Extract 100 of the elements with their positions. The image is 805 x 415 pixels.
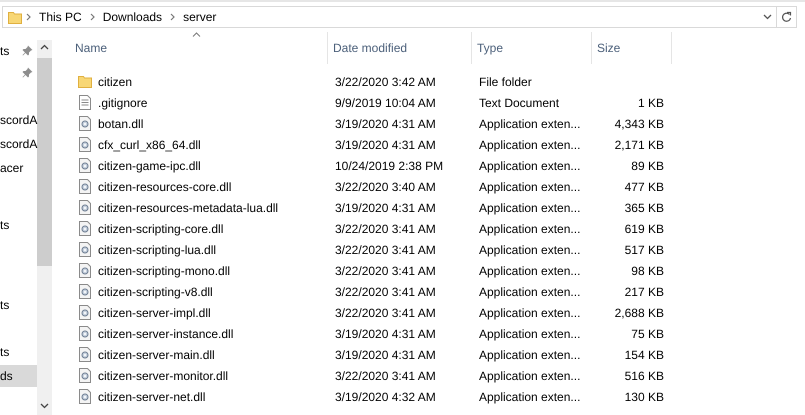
file-name[interactable]: citizen-server-impl.dll bbox=[70, 302, 328, 323]
scroll-up-icon[interactable] bbox=[40, 44, 49, 50]
date-modified: 3/19/2020 4:32 AM bbox=[335, 390, 436, 404]
gear-file-icon bbox=[79, 368, 91, 383]
breadcrumb[interactable]: Downloads bbox=[98, 10, 166, 24]
column-header[interactable]: Size bbox=[592, 32, 672, 64]
file-size: 154 KB bbox=[624, 348, 664, 362]
address-bar[interactable]: This PC Downloads server bbox=[2, 6, 777, 28]
gear-file-icon bbox=[79, 137, 91, 152]
file-type: Application exten... bbox=[479, 222, 580, 236]
file-size: 89 KB bbox=[631, 158, 664, 172]
pin-icon[interactable] bbox=[22, 67, 33, 78]
date-modified: 3/22/2020 3:42 AM bbox=[335, 74, 436, 88]
gear-file-icon bbox=[79, 389, 91, 404]
file-name[interactable]: citizen-resources-metadata-lua.dll bbox=[70, 197, 328, 218]
file-type: Application exten... bbox=[479, 326, 580, 340]
file-size: 75 KB bbox=[631, 326, 664, 340]
file-type: Application exten... bbox=[479, 200, 580, 214]
file-name[interactable]: citizen-scripting-mono.dll bbox=[70, 260, 328, 281]
gear-file-icon bbox=[79, 326, 91, 341]
gear-file-icon bbox=[79, 116, 91, 131]
file-name[interactable]: citizen-server-main.dll bbox=[70, 344, 328, 365]
nav-item[interactable]: ts bbox=[0, 214, 37, 236]
date-modified: 3/19/2020 4:31 AM bbox=[335, 348, 436, 362]
file-name[interactable]: citizen-scripting-lua.dll bbox=[70, 239, 328, 260]
date-modified: 3/22/2020 3:41 AM bbox=[335, 222, 436, 236]
date-modified: 10/24/2019 2:38 PM bbox=[335, 158, 444, 172]
nav-label: acer bbox=[0, 161, 24, 175]
file-size: 217 KB bbox=[624, 284, 664, 298]
folder-icon bbox=[78, 75, 92, 88]
date-modified: 3/19/2020 4:31 AM bbox=[335, 138, 436, 152]
file-name[interactable]: .gitignore bbox=[70, 92, 328, 113]
gear-file-icon bbox=[79, 284, 91, 299]
file-size: 98 KB bbox=[631, 264, 664, 278]
file-name[interactable]: cfx_curl_x86_64.dll bbox=[70, 134, 328, 155]
nav-label: ts bbox=[0, 218, 10, 232]
nav-item[interactable]: acer bbox=[0, 157, 37, 179]
scrollbar-thumb[interactable] bbox=[37, 58, 52, 266]
file-type: Application exten... bbox=[479, 158, 580, 172]
nav-item[interactable]: scordA bbox=[0, 109, 37, 131]
file-type: Application exten... bbox=[479, 138, 580, 152]
sort-caret-icon bbox=[192, 32, 201, 37]
file-size: 619 KB bbox=[624, 222, 664, 236]
gear-file-icon bbox=[79, 263, 91, 278]
nav-label: scordA bbox=[0, 137, 38, 151]
file-name[interactable]: citizen-scripting-v8.dll bbox=[70, 281, 328, 302]
scrollbar[interactable] bbox=[37, 40, 52, 415]
nav-item[interactable]: ds bbox=[0, 365, 37, 387]
date-modified: 3/22/2020 3:41 AM bbox=[335, 368, 436, 382]
file-name[interactable]: botan.dll bbox=[70, 113, 328, 134]
file-name[interactable]: citizen bbox=[70, 71, 328, 92]
nav-item[interactable]: ts bbox=[0, 294, 37, 316]
nav-item[interactable]: scordA bbox=[0, 133, 37, 155]
column-header[interactable]: Type bbox=[472, 32, 592, 64]
gear-file-icon bbox=[79, 200, 91, 215]
file-type: Application exten... bbox=[479, 180, 580, 194]
nav-label: ts bbox=[0, 298, 10, 312]
file-type: Application exten... bbox=[479, 306, 580, 320]
column-header[interactable]: Name bbox=[70, 32, 328, 64]
file-size: 2,171 KB bbox=[614, 138, 664, 152]
file-name[interactable]: citizen-game-ipc.dll bbox=[70, 155, 328, 176]
file-type: Application exten... bbox=[479, 390, 580, 404]
pin-icon[interactable] bbox=[22, 45, 33, 56]
nav-item[interactable]: ts bbox=[0, 341, 37, 363]
file-size: 477 KB bbox=[624, 180, 664, 194]
folder-icon bbox=[8, 10, 22, 24]
gear-file-icon bbox=[79, 221, 91, 236]
date-modified: 3/22/2020 3:40 AM bbox=[335, 180, 436, 194]
breadcrumb[interactable]: server bbox=[179, 10, 220, 24]
document-icon bbox=[79, 95, 91, 110]
scroll-down-icon[interactable] bbox=[40, 403, 49, 409]
gear-file-icon bbox=[79, 242, 91, 257]
nav-label: ds bbox=[0, 369, 13, 383]
file-name[interactable]: citizen-server-instance.dll bbox=[70, 323, 328, 344]
nav-item[interactable]: ts bbox=[0, 40, 37, 62]
file-type: Application exten... bbox=[479, 116, 580, 130]
date-modified: 3/22/2020 3:41 AM bbox=[335, 306, 436, 320]
file-type: Text Document bbox=[479, 96, 560, 110]
column-header[interactable]: Date modified bbox=[328, 32, 472, 64]
breadcrumb[interactable]: This PC bbox=[35, 10, 86, 24]
date-modified: 3/19/2020 4:31 AM bbox=[335, 326, 436, 340]
file-name[interactable]: citizen-server-monitor.dll bbox=[70, 365, 328, 386]
chevron-icon bbox=[90, 13, 95, 21]
file-name[interactable]: citizen-resources-core.dll bbox=[70, 176, 328, 197]
file-name[interactable]: citizen-scripting-core.dll bbox=[70, 218, 328, 239]
chevron-icon bbox=[170, 13, 176, 21]
file-size: 130 KB bbox=[624, 390, 664, 404]
date-modified: 3/19/2020 4:31 AM bbox=[335, 200, 436, 214]
date-modified: 3/19/2020 4:31 AM bbox=[335, 116, 436, 130]
date-modified: 3/22/2020 3:41 AM bbox=[335, 242, 436, 256]
dropdown-icon[interactable] bbox=[763, 14, 772, 20]
gear-file-icon bbox=[79, 347, 91, 362]
file-type: Application exten... bbox=[479, 368, 580, 382]
chevron-icon bbox=[26, 13, 31, 21]
refresh-icon bbox=[781, 11, 792, 23]
nav-label: scordA bbox=[0, 113, 38, 127]
refresh-button[interactable] bbox=[777, 6, 797, 28]
file-name[interactable]: citizen-server-net.dll bbox=[70, 386, 328, 407]
nav-label: ts bbox=[0, 345, 10, 359]
file-type: Application exten... bbox=[479, 242, 580, 256]
